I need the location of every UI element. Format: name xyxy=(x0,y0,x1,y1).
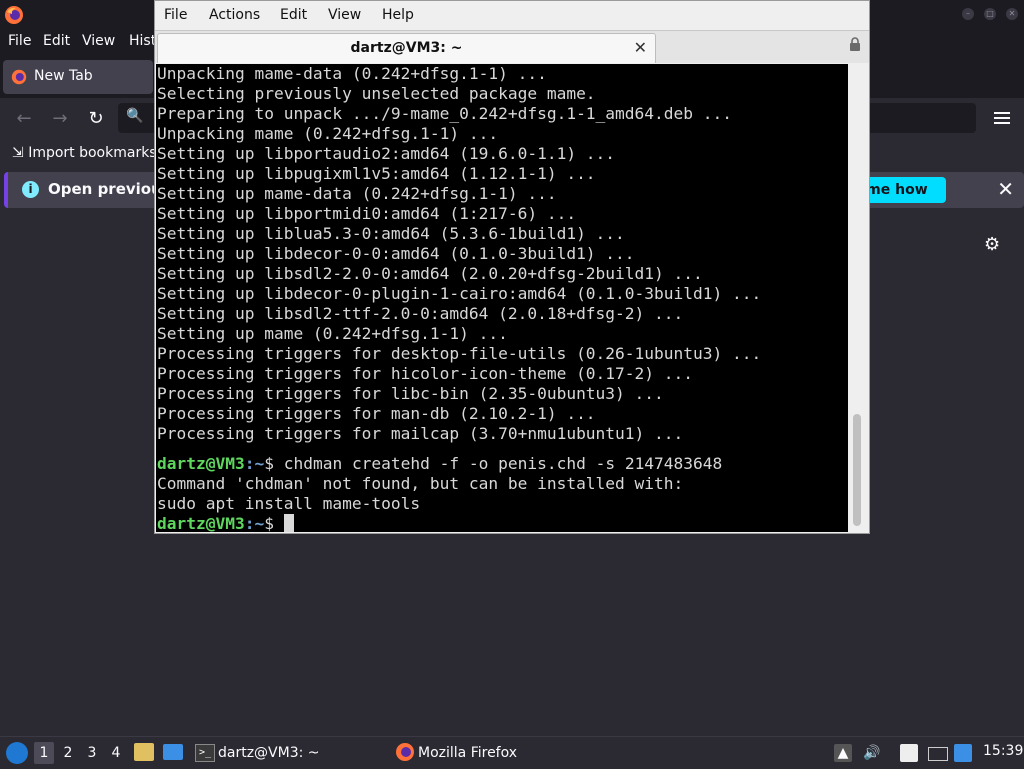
prompt-symbol: $ xyxy=(264,514,284,532)
terminal-active-prompt[interactable]: dartz@VM3:~$ xyxy=(157,514,294,532)
terminal-tabbar: dartz@VM3: ~ ✕ xyxy=(155,30,869,63)
upload-icon[interactable]: ▲ xyxy=(834,744,852,762)
prompt-path: :~ xyxy=(244,454,265,473)
workspace-3[interactable]: 3 xyxy=(82,742,102,764)
terminal-output-line: Processing triggers for hicolor-icon-the… xyxy=(157,364,694,383)
terminal-output-line: Setting up libportaudio2:amd64 (19.6.0-1… xyxy=(157,144,616,163)
import-bookmarks-button[interactable]: ⇲ Import bookmarks xyxy=(12,145,157,161)
lock-icon[interactable] xyxy=(849,37,861,51)
notification-message: Open previous xyxy=(48,180,171,198)
prompt-user: dartz@VM3 xyxy=(157,514,245,532)
term-menu-file[interactable]: File xyxy=(164,7,187,23)
menu-history[interactable]: Hist xyxy=(129,33,156,49)
close-window-icon[interactable]: ✕ xyxy=(1006,8,1018,20)
app-menu-icon[interactable] xyxy=(994,109,1010,127)
maximize-icon[interactable]: □ xyxy=(984,8,996,20)
terminal-output-line: Processing triggers for mailcap (3.70+nm… xyxy=(157,424,684,443)
reload-icon[interactable]: ↻ xyxy=(85,108,107,130)
file-manager-icon[interactable] xyxy=(134,743,154,761)
terminal-tab-title: dartz@VM3: ~ xyxy=(350,40,463,56)
terminal-command: chdman createhd -f -o penis.chd -s 21474… xyxy=(283,454,723,473)
terminal-output-line: Setting up mame (0.242+dfsg.1-1) ... xyxy=(157,324,508,343)
terminal-output-line: Setting up libdecor-0-plugin-1-cairo:amd… xyxy=(157,284,762,303)
terminal-output-line: Selecting previously unselected package … xyxy=(157,84,596,103)
terminal-output-line: Setting up libpugixml1v5:amd64 (1.12.1-1… xyxy=(157,164,596,183)
network-icon[interactable] xyxy=(954,744,972,762)
clock: 15:39 xyxy=(983,743,1024,759)
terminal-output-line: Processing triggers for libc-bin (2.35-0… xyxy=(157,384,664,403)
terminal-output-line: Setting up mame-data (0.242+dfsg.1-1) ..… xyxy=(157,184,557,203)
term-menu-help[interactable]: Help xyxy=(382,7,414,23)
menu-view[interactable]: View xyxy=(82,33,115,49)
terminal-error-line: Command 'chdman' not found, but can be i… xyxy=(157,474,684,493)
firefox-logo-icon xyxy=(5,6,23,24)
prompt-path: :~ xyxy=(244,514,265,532)
firefox-logo-icon xyxy=(396,743,414,761)
minimize-icon[interactable]: – xyxy=(962,8,974,20)
taskbar: 1 2 3 4 >_ dartz@VM3: ~ Mozilla Firefox … xyxy=(0,736,1024,769)
terminal-output-line: Processing triggers for desktop-file-uti… xyxy=(157,344,762,363)
prompt-user: dartz@VM3 xyxy=(157,454,245,473)
terminal-output[interactable]: Unpacking mame-data (0.242+dfsg.1-1) ...… xyxy=(156,64,848,532)
terminal-output-line: Preparing to unpack .../9-mame_0.242+dfs… xyxy=(157,104,732,123)
task-firefox[interactable]: Mozilla Firefox xyxy=(418,741,517,765)
show-desktop-icon[interactable] xyxy=(163,744,183,760)
workspace-1[interactable]: 1 xyxy=(34,742,54,764)
task-terminal[interactable]: dartz@VM3: ~ xyxy=(218,741,320,765)
prompt-symbol: $ xyxy=(264,454,284,473)
terminal-tab[interactable]: dartz@VM3: ~ ✕ xyxy=(157,33,656,63)
terminal-output-line: Unpacking mame (0.242+dfsg.1-1) ... xyxy=(157,124,499,143)
terminal-window: File Actions Edit View Help dartz@VM3: ~… xyxy=(154,0,870,534)
terminal-output-line: Setting up libdecor-0-0:amd64 (0.1.0-3bu… xyxy=(157,244,635,263)
clipboard-icon[interactable] xyxy=(900,744,918,762)
term-menu-view[interactable]: View xyxy=(328,7,361,23)
menu-edit[interactable]: Edit xyxy=(43,33,70,49)
terminal-output-line: Setting up libsdl2-ttf-2.0-0:amd64 (2.0.… xyxy=(157,304,684,323)
close-tab-icon[interactable]: ✕ xyxy=(634,38,647,57)
workspace-2[interactable]: 2 xyxy=(58,742,78,764)
term-menu-actions[interactable]: Actions xyxy=(209,7,260,23)
text-cursor xyxy=(283,514,294,532)
tab-label: New Tab xyxy=(34,68,93,84)
terminal-menubar: File Actions Edit View Help xyxy=(155,1,869,30)
gear-icon[interactable]: ⚙ xyxy=(984,234,1000,255)
scrollbar-thumb[interactable] xyxy=(853,414,861,526)
close-icon[interactable]: ✕ xyxy=(997,177,1014,201)
terminal-icon: >_ xyxy=(195,744,215,762)
terminal-output-line: Setting up libportmidi0:amd64 (1:217-6) … xyxy=(157,204,577,223)
info-icon: i xyxy=(22,181,39,198)
terminal-output-line: Unpacking mame-data (0.242+dfsg.1-1) ... xyxy=(157,64,547,83)
terminal-suggestion-line: sudo apt install mame-tools xyxy=(157,494,421,513)
firefox-logo-icon xyxy=(11,69,27,85)
menu-file[interactable]: File xyxy=(8,33,31,49)
volume-icon[interactable]: 🔊 xyxy=(863,744,881,762)
display-icon[interactable] xyxy=(928,747,948,761)
terminal-output-line: Setting up libsdl2-2.0-0:amd64 (2.0.20+d… xyxy=(157,264,703,283)
terminal-command-line: dartz@VM3:~$ chdman createhd -f -o penis… xyxy=(157,454,722,474)
start-menu-icon[interactable] xyxy=(6,742,28,764)
forward-icon[interactable]: → xyxy=(49,108,71,130)
tab-new-tab[interactable]: New Tab xyxy=(3,60,153,94)
import-bookmarks-label: Import bookmarks xyxy=(28,145,157,161)
search-icon: 🔍 xyxy=(126,108,144,124)
workspace-4[interactable]: 4 xyxy=(106,742,126,764)
terminal-scrollbar[interactable] xyxy=(849,64,867,532)
back-icon[interactable]: ← xyxy=(13,108,35,130)
terminal-output-line: Setting up liblua5.3-0:amd64 (5.3.6-1bui… xyxy=(157,224,625,243)
terminal-output-line: Processing triggers for man-db (2.10.2-1… xyxy=(157,404,596,423)
term-menu-edit[interactable]: Edit xyxy=(280,7,307,23)
